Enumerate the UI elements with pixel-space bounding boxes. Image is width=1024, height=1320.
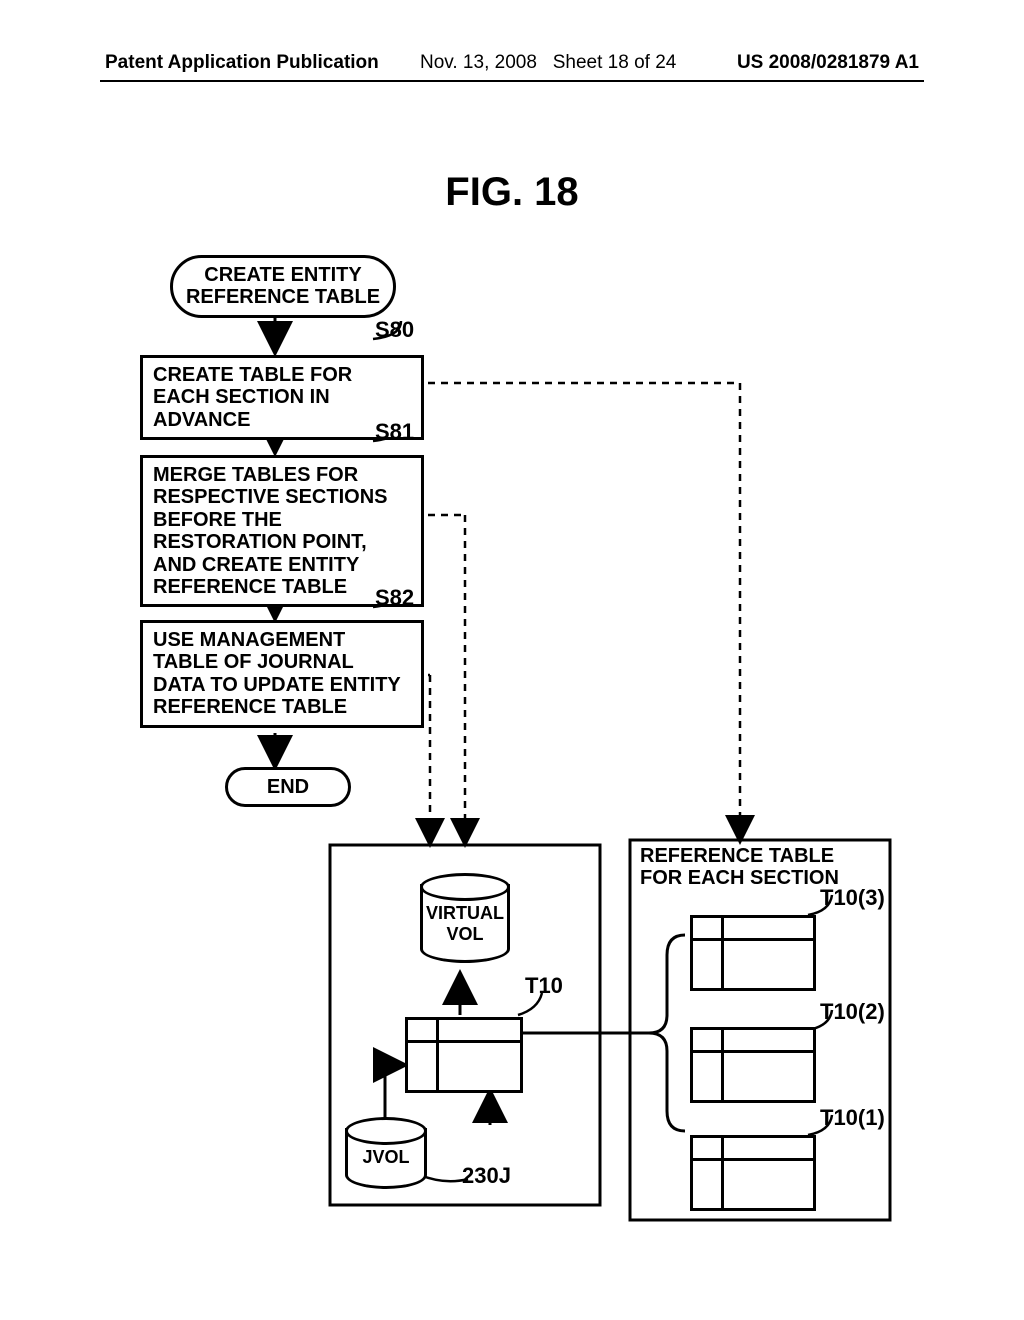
table-t10-2 bbox=[690, 1027, 816, 1103]
table-t10-3 bbox=[690, 915, 816, 991]
jvol-cylinder: JVOL bbox=[345, 1117, 427, 1189]
figure-title: FIG. 18 bbox=[0, 170, 1024, 215]
label-s81: S81 bbox=[375, 419, 414, 445]
label-s82: S82 bbox=[375, 585, 414, 611]
header-date-sheet: Nov. 13, 2008 Sheet 18 of 24 bbox=[420, 52, 676, 74]
figure-canvas: CREATE ENTITY REFERENCE TABLE CREATE TAB… bbox=[120, 255, 900, 1235]
table-t10-1 bbox=[690, 1135, 816, 1211]
label-s80: S80 bbox=[375, 317, 414, 343]
label-t10: T10 bbox=[525, 973, 563, 999]
header-pubno: US 2008/0281879 A1 bbox=[737, 52, 919, 74]
label-230j: 230J bbox=[462, 1163, 511, 1189]
flow-end: END bbox=[225, 767, 351, 807]
header-publication: Patent Application Publication bbox=[105, 52, 379, 74]
header-date: Nov. 13, 2008 bbox=[420, 52, 537, 73]
label-t10-1: T10(1) bbox=[820, 1105, 885, 1131]
right-box-title: REFERENCE TABLE FOR EACH SECTION bbox=[640, 845, 880, 889]
table-t10 bbox=[405, 1017, 523, 1093]
virtual-vol-label: VIRTUAL VOL bbox=[420, 903, 510, 945]
virtual-vol-cylinder: VIRTUAL VOL bbox=[420, 873, 510, 963]
flow-step-s82: USE MANAGEMENT TABLE OF JOURNAL DATA TO … bbox=[140, 620, 424, 728]
flow-start: CREATE ENTITY REFERENCE TABLE bbox=[170, 255, 396, 318]
header-sheet: Sheet 18 of 24 bbox=[553, 52, 677, 73]
jvol-label: JVOL bbox=[345, 1147, 427, 1168]
label-t10-3: T10(3) bbox=[820, 885, 885, 911]
label-t10-2: T10(2) bbox=[820, 999, 885, 1025]
